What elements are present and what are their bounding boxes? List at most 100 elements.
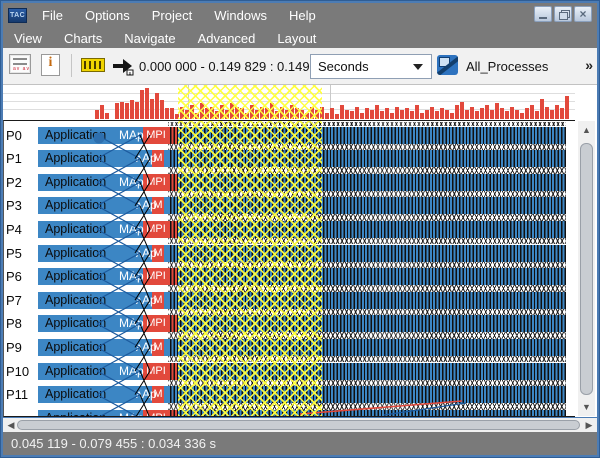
histogram-bar bbox=[145, 88, 149, 119]
histogram-bar bbox=[290, 105, 294, 119]
minimize-button[interactable] bbox=[534, 6, 552, 22]
histogram-bar bbox=[390, 113, 394, 119]
histogram-bar bbox=[105, 113, 109, 119]
process-aggregation-icon[interactable] bbox=[437, 55, 458, 75]
histogram-bar bbox=[305, 113, 309, 119]
menu-file[interactable]: File bbox=[31, 6, 74, 25]
menu-windows[interactable]: Windows bbox=[203, 6, 278, 25]
histogram-bar bbox=[340, 105, 344, 119]
histogram-bar bbox=[190, 105, 194, 119]
scroll-up-icon[interactable]: ▲ bbox=[578, 125, 595, 135]
overlap-label: MAp bbox=[119, 411, 144, 417]
histogram-bar bbox=[510, 107, 514, 119]
histogram-bar bbox=[555, 105, 559, 119]
mpi-segment: MPI bbox=[143, 174, 169, 191]
toolbar-overflow-chevron[interactable]: » bbox=[585, 57, 593, 73]
scroll-left-icon[interactable]: ◀ bbox=[6, 420, 16, 431]
histogram-bar bbox=[455, 105, 459, 119]
application-label: Application bbox=[45, 246, 106, 260]
message-mesh bbox=[168, 356, 566, 363]
histogram-bar bbox=[200, 103, 204, 119]
app-window: TAC File Options Project Windows Help × … bbox=[0, 0, 600, 458]
histogram-bar bbox=[265, 108, 269, 119]
horizontal-scrollbar-thumb[interactable] bbox=[17, 420, 580, 430]
overlap-label: ʌAp bbox=[136, 340, 157, 354]
menu-project[interactable]: Project bbox=[141, 6, 203, 25]
timeline-histogram[interactable] bbox=[3, 85, 597, 120]
vertical-scrollbar-thumb[interactable] bbox=[580, 143, 593, 395]
histogram-bar bbox=[170, 108, 174, 119]
scrollbar-gutter: ▲ ▼ bbox=[575, 120, 597, 417]
histogram-bar bbox=[545, 107, 549, 119]
histogram-gridline bbox=[3, 101, 575, 102]
histogram-bar bbox=[195, 113, 199, 119]
trace-info-icon[interactable]: i bbox=[41, 54, 60, 76]
mpi-segment: MPI bbox=[143, 127, 169, 144]
histogram-bar bbox=[470, 107, 474, 119]
chart-settings-icon[interactable]: av av bbox=[9, 54, 31, 74]
process-scope-label[interactable]: All_Processes bbox=[466, 59, 548, 74]
event-density-overlay bbox=[170, 197, 566, 214]
unit-dropdown-value: Seconds bbox=[318, 59, 369, 74]
application-label: Application bbox=[45, 175, 106, 189]
status-time-range: 0.045 119 - 0.079 455 : 0.034 336 s bbox=[11, 436, 216, 451]
message-mesh bbox=[168, 191, 566, 198]
process-bar: ApplicationMApMPI bbox=[38, 363, 566, 380]
unit-dropdown[interactable]: Seconds bbox=[310, 54, 432, 79]
process-bar: ApplicationʌApM bbox=[38, 197, 566, 214]
horizontal-scrollbar[interactable]: ◀ ▶ bbox=[3, 418, 597, 432]
histogram-bar bbox=[280, 107, 284, 119]
process-bar: ApplicationMApMPI bbox=[38, 221, 566, 238]
histogram-bar bbox=[235, 107, 239, 119]
histogram-bar bbox=[550, 110, 554, 119]
menu-view[interactable]: View bbox=[3, 29, 53, 48]
histogram-bar bbox=[500, 108, 504, 119]
application-label: Application bbox=[45, 387, 106, 401]
histogram-bar bbox=[160, 100, 164, 119]
histogram-bar bbox=[125, 103, 129, 119]
histogram-bar bbox=[120, 102, 124, 119]
histogram-bar bbox=[275, 111, 279, 119]
event-density-overlay bbox=[170, 127, 566, 144]
histogram-bar bbox=[485, 105, 489, 119]
frame-tape-icon[interactable] bbox=[81, 58, 105, 72]
histogram-bar bbox=[465, 110, 469, 119]
svg-text:B: B bbox=[129, 71, 132, 76]
menu-options[interactable]: Options bbox=[74, 6, 141, 25]
process-label: P0 bbox=[6, 128, 38, 143]
menu-advanced[interactable]: Advanced bbox=[187, 29, 267, 48]
histogram-bar bbox=[155, 93, 159, 119]
goto-time-icon[interactable]: B bbox=[111, 56, 135, 81]
timeline-chart[interactable]: P0ApplicationMApMPIP1ApplicationʌApMP2Ap… bbox=[3, 120, 575, 417]
event-density-overlay bbox=[170, 268, 566, 285]
histogram-bar bbox=[285, 110, 289, 119]
process-label: P7 bbox=[6, 293, 38, 308]
vertical-scrollbar[interactable]: ▲ ▼ bbox=[578, 121, 595, 416]
histogram-bar bbox=[520, 113, 524, 119]
mpi-segment: MPI bbox=[143, 268, 169, 285]
menu-navigate[interactable]: Navigate bbox=[113, 29, 186, 48]
application-label: Application bbox=[45, 198, 106, 212]
event-density-overlay bbox=[170, 292, 566, 309]
restore-button[interactable] bbox=[554, 6, 572, 22]
histogram-bar bbox=[535, 111, 539, 119]
histogram-bar bbox=[530, 105, 534, 119]
app-icon: TAC bbox=[8, 8, 27, 23]
histogram-bar bbox=[180, 107, 184, 119]
minimize-icon bbox=[539, 17, 547, 19]
menu-help[interactable]: Help bbox=[278, 6, 327, 25]
process-bar: ApplicationʌApM bbox=[38, 386, 566, 403]
histogram-bar bbox=[375, 105, 379, 119]
overlap-label: MAp bbox=[119, 269, 144, 283]
menu-charts[interactable]: Charts bbox=[53, 29, 113, 48]
process-bar: ApplicationʌApM bbox=[38, 292, 566, 309]
histogram-bar bbox=[130, 100, 134, 119]
menu-layout[interactable]: Layout bbox=[266, 29, 327, 48]
close-button[interactable]: × bbox=[574, 6, 592, 22]
scroll-down-icon[interactable]: ▼ bbox=[578, 402, 595, 412]
histogram-bar bbox=[185, 110, 189, 119]
scroll-right-icon[interactable]: ▶ bbox=[584, 420, 594, 431]
message-mesh bbox=[168, 214, 566, 221]
histogram-bar bbox=[380, 111, 384, 119]
application-label: Application bbox=[45, 340, 106, 354]
